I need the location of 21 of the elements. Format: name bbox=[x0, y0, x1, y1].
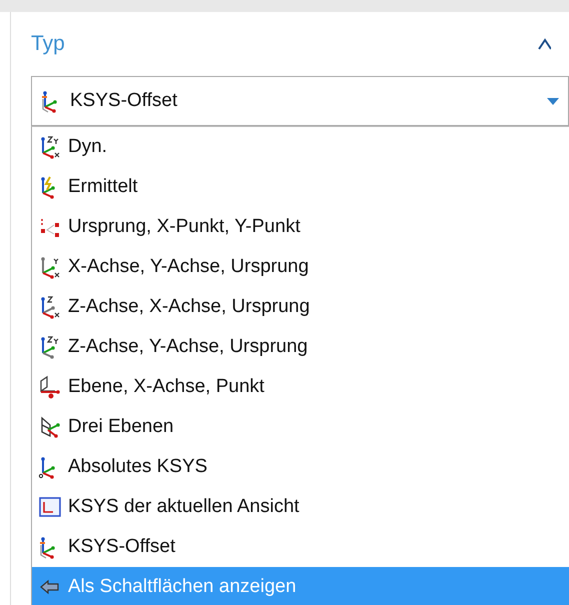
dropdown-option[interactable]: Z-Achse, Y-Achse, Ursprung bbox=[32, 327, 569, 367]
dropdown-option[interactable]: Ermittelt bbox=[32, 167, 569, 207]
dropdown-option[interactable]: Absolutes KSYS bbox=[32, 447, 569, 487]
dropdown-option[interactable]: Ursprung, X-Punkt, Y-Punkt bbox=[32, 207, 569, 247]
collapse-caret-icon[interactable] bbox=[537, 37, 551, 51]
dropdown-option[interactable]: KSYS der aktuellen Ansicht bbox=[32, 487, 569, 527]
view-frame-icon bbox=[38, 495, 62, 519]
type-dropdown[interactable]: KSYS-Offset bbox=[31, 76, 569, 126]
coordinate-axes-icon bbox=[38, 295, 62, 319]
dropdown-option[interactable]: Drei Ebenen bbox=[32, 407, 569, 447]
dropdown-arrow-icon[interactable] bbox=[546, 96, 560, 106]
dropdown-option[interactable]: Ebene, X-Achse, Punkt bbox=[32, 367, 569, 407]
dropdown-option[interactable]: Dyn. bbox=[32, 127, 569, 167]
dropdown-option[interactable]: KSYS-Offset bbox=[32, 527, 569, 567]
plane-axis-icon bbox=[38, 375, 62, 399]
dropdown-option[interactable]: X-Achse, Y-Achse, Ursprung bbox=[32, 247, 569, 287]
coordinate-axes-icon bbox=[38, 255, 62, 279]
dropdown-value: KSYS-Offset bbox=[70, 90, 178, 112]
dropdown-option[interactable]: Z-Achse, X-Achse, Ursprung bbox=[32, 287, 569, 327]
coordinate-axes-icon bbox=[38, 135, 62, 159]
section-title: Typ bbox=[31, 32, 65, 56]
